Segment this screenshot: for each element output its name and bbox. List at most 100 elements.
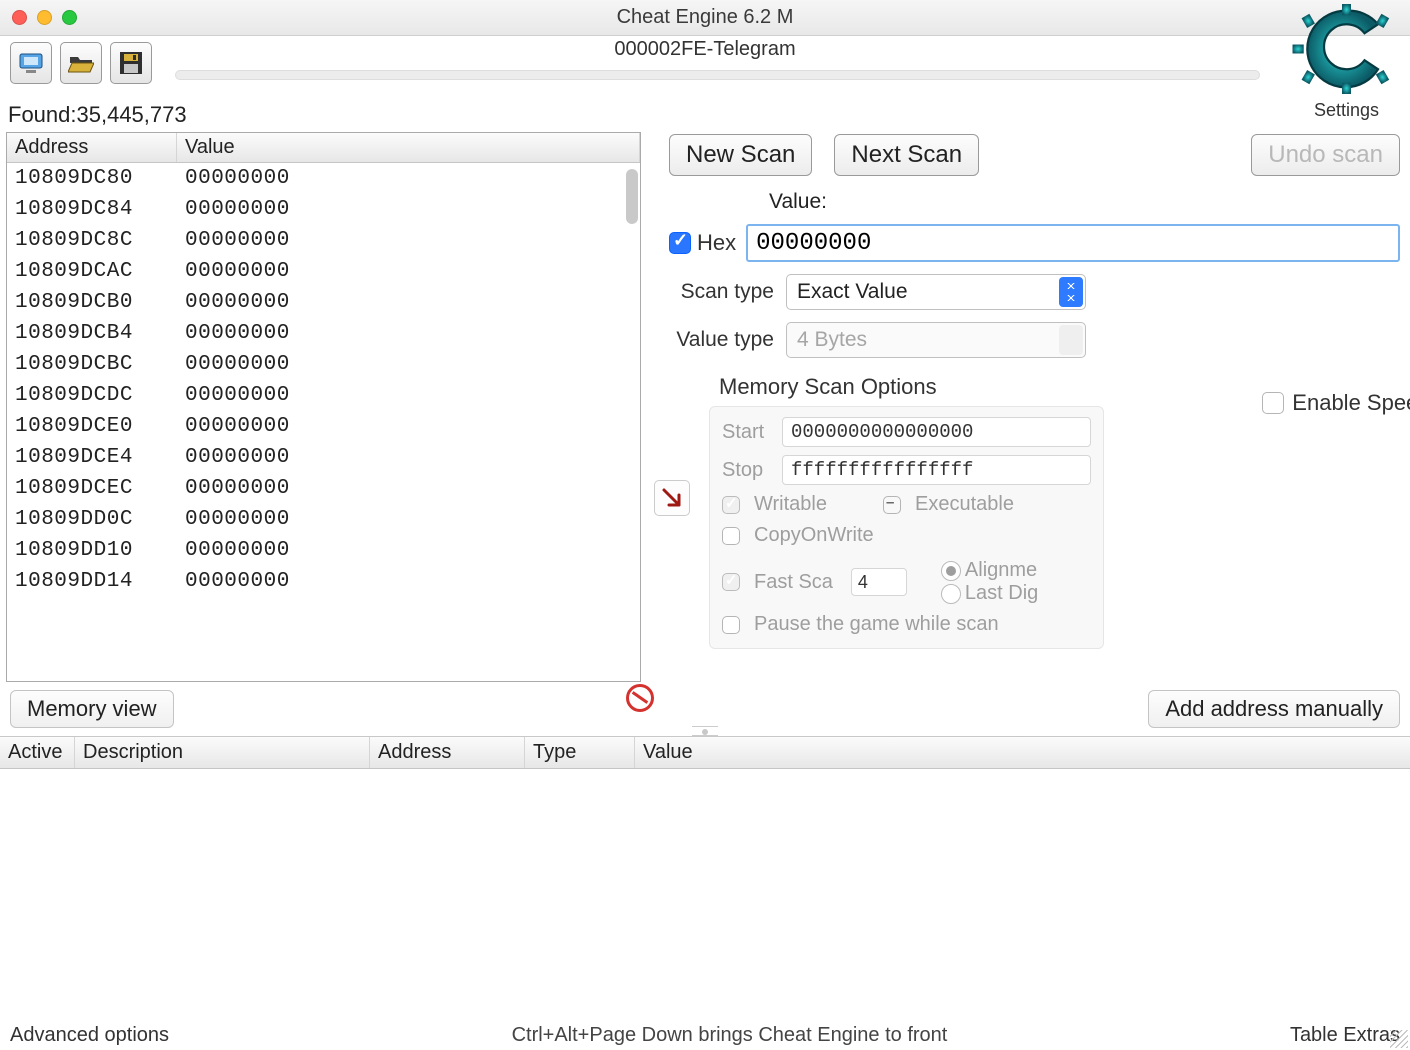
scan-progress-bar [175, 70, 1260, 80]
stop-address-input[interactable] [782, 455, 1091, 485]
value-type-value: 4 Bytes [797, 328, 867, 352]
column-header-value[interactable]: Value [177, 133, 640, 162]
gear-c-icon [1289, 4, 1404, 94]
found-count: 35,445,773 [77, 102, 187, 127]
scan-value-input[interactable] [746, 224, 1400, 262]
close-window-icon[interactable] [12, 10, 27, 25]
result-row[interactable]: 10809DC8000000000 [7, 163, 640, 194]
alignment-radio[interactable] [941, 561, 961, 581]
start-label: Start [722, 421, 782, 444]
attached-process-label: 000002FE-Telegram [0, 38, 1410, 61]
advanced-options-link[interactable]: Advanced options [10, 1024, 169, 1047]
select-process-button[interactable] [10, 42, 52, 84]
chevron-updown-icon [1059, 277, 1083, 307]
value-label: Value: [769, 190, 1400, 214]
result-row[interactable]: 10809DCE000000000 [7, 411, 640, 442]
copyonwrite-checkbox[interactable] [722, 527, 740, 545]
pause-game-checkbox[interactable] [722, 616, 740, 634]
result-row[interactable]: 10809DD1400000000 [7, 566, 640, 597]
enable-speedhack-row: Enable Speedha [1262, 390, 1410, 416]
fast-scan-label: Fast Sca [754, 571, 833, 594]
titlebar: Cheat Engine 6.2 M [0, 0, 1410, 36]
status-bar: Advanced options Ctrl+Alt+Page Down brin… [0, 1020, 1410, 1050]
last-digits-label: Last Dig [965, 582, 1038, 605]
executable-label: Executable [915, 493, 1014, 516]
column-header-type[interactable]: Type [525, 737, 635, 768]
column-header-value[interactable]: Value [635, 737, 1410, 768]
result-row[interactable]: 10809DC8400000000 [7, 194, 640, 225]
start-address-input[interactable] [782, 417, 1091, 447]
column-header-description[interactable]: Description [75, 737, 370, 768]
main-row: Address Value 10809DC8000000000 10809DC8… [0, 132, 1410, 682]
column-header-address[interactable]: Address [370, 737, 525, 768]
result-row[interactable]: 10809DC8C00000000 [7, 225, 640, 256]
maximize-window-icon[interactable] [62, 10, 77, 25]
result-row[interactable]: 10809DCEC00000000 [7, 473, 640, 504]
results-header: Address Value [7, 133, 640, 163]
found-count-label: Found:35,445,773 [0, 98, 1410, 132]
splitter-handle[interactable] [692, 726, 718, 736]
memory-view-button[interactable]: Memory view [10, 690, 174, 728]
pause-game-label: Pause the game while scan [754, 613, 999, 636]
copyonwrite-label: CopyOnWrite [754, 524, 874, 547]
scan-panel: New Scan Next Scan Undo scan Value: Hex … [641, 132, 1410, 682]
save-button[interactable] [110, 42, 152, 84]
result-row[interactable]: 10809DCDC00000000 [7, 380, 640, 411]
next-scan-button[interactable]: Next Scan [834, 134, 979, 176]
value-type-label: Value type [669, 328, 774, 352]
scan-results-list[interactable]: Address Value 10809DC8000000000 10809DC8… [6, 132, 641, 682]
result-row[interactable]: 10809DCBC00000000 [7, 349, 640, 380]
chevron-updown-icon [1059, 325, 1083, 355]
clear-list-icon[interactable] [626, 684, 654, 712]
folder-open-icon [68, 52, 94, 74]
scan-type-select[interactable]: Exact Value [786, 274, 1086, 310]
footer-hint: Ctrl+Alt+Page Down brings Cheat Engine t… [169, 1024, 1290, 1047]
executable-checkbox[interactable] [883, 496, 901, 514]
result-row[interactable]: 10809DCB400000000 [7, 318, 640, 349]
enable-speedhack-label: Enable Speedha [1292, 390, 1410, 416]
found-label: Found: [8, 102, 77, 127]
value-type-select[interactable]: 4 Bytes [786, 322, 1086, 358]
results-scrollbar[interactable] [626, 169, 638, 224]
memory-scan-options-panel: Start Stop Writable Executable CopyOnWri… [709, 406, 1104, 649]
result-row[interactable]: 10809DCAC00000000 [7, 256, 640, 287]
lower-controls: Memory view Add address manually [0, 682, 1410, 736]
last-digits-radio[interactable] [941, 584, 961, 604]
writable-checkbox[interactable] [722, 496, 740, 514]
result-row[interactable]: 10809DD1000000000 [7, 535, 640, 566]
fast-scan-value-input[interactable] [851, 568, 907, 596]
hex-label: Hex [697, 230, 736, 256]
column-header-address[interactable]: Address [7, 133, 177, 162]
address-table[interactable]: Active Description Address Type Value [0, 736, 1410, 984]
address-table-header: Active Description Address Type Value [0, 737, 1410, 769]
results-body[interactable]: 10809DC8000000000 10809DC8400000000 1080… [7, 163, 640, 681]
scan-type-value: Exact Value [797, 280, 908, 304]
add-selected-to-list-button[interactable] [654, 480, 690, 516]
window-controls [12, 10, 77, 25]
toolbar: 000002FE-Telegram [0, 36, 1410, 98]
enable-speedhack-checkbox[interactable] [1262, 392, 1284, 414]
open-file-button[interactable] [60, 42, 102, 84]
settings-link[interactable]: Settings [1289, 100, 1404, 121]
arrow-down-right-icon [661, 487, 683, 509]
window-title: Cheat Engine 6.2 M [0, 6, 1410, 29]
add-address-manually-button[interactable]: Add address manually [1148, 690, 1400, 728]
cheat-engine-logo[interactable]: Settings [1289, 4, 1404, 119]
minimize-window-icon[interactable] [37, 10, 52, 25]
table-extras-link[interactable]: Table Extras [1290, 1024, 1400, 1047]
stop-label: Stop [722, 459, 782, 482]
result-row[interactable]: 10809DCE400000000 [7, 442, 640, 473]
writable-label: Writable [754, 493, 827, 516]
new-scan-button[interactable]: New Scan [669, 134, 812, 176]
undo-scan-button[interactable]: Undo scan [1251, 134, 1400, 176]
column-header-active[interactable]: Active [0, 737, 75, 768]
result-row[interactable]: 10809DD0C00000000 [7, 504, 640, 535]
floppy-disk-icon [119, 51, 143, 75]
scan-type-label: Scan type [669, 280, 774, 304]
resize-grip-icon[interactable] [1390, 1030, 1408, 1048]
result-row[interactable]: 10809DCB000000000 [7, 287, 640, 318]
alignment-label: Alignme [965, 559, 1037, 582]
hex-checkbox[interactable] [669, 232, 691, 254]
fast-scan-checkbox[interactable] [722, 573, 740, 591]
fade-overlay [7, 663, 640, 681]
